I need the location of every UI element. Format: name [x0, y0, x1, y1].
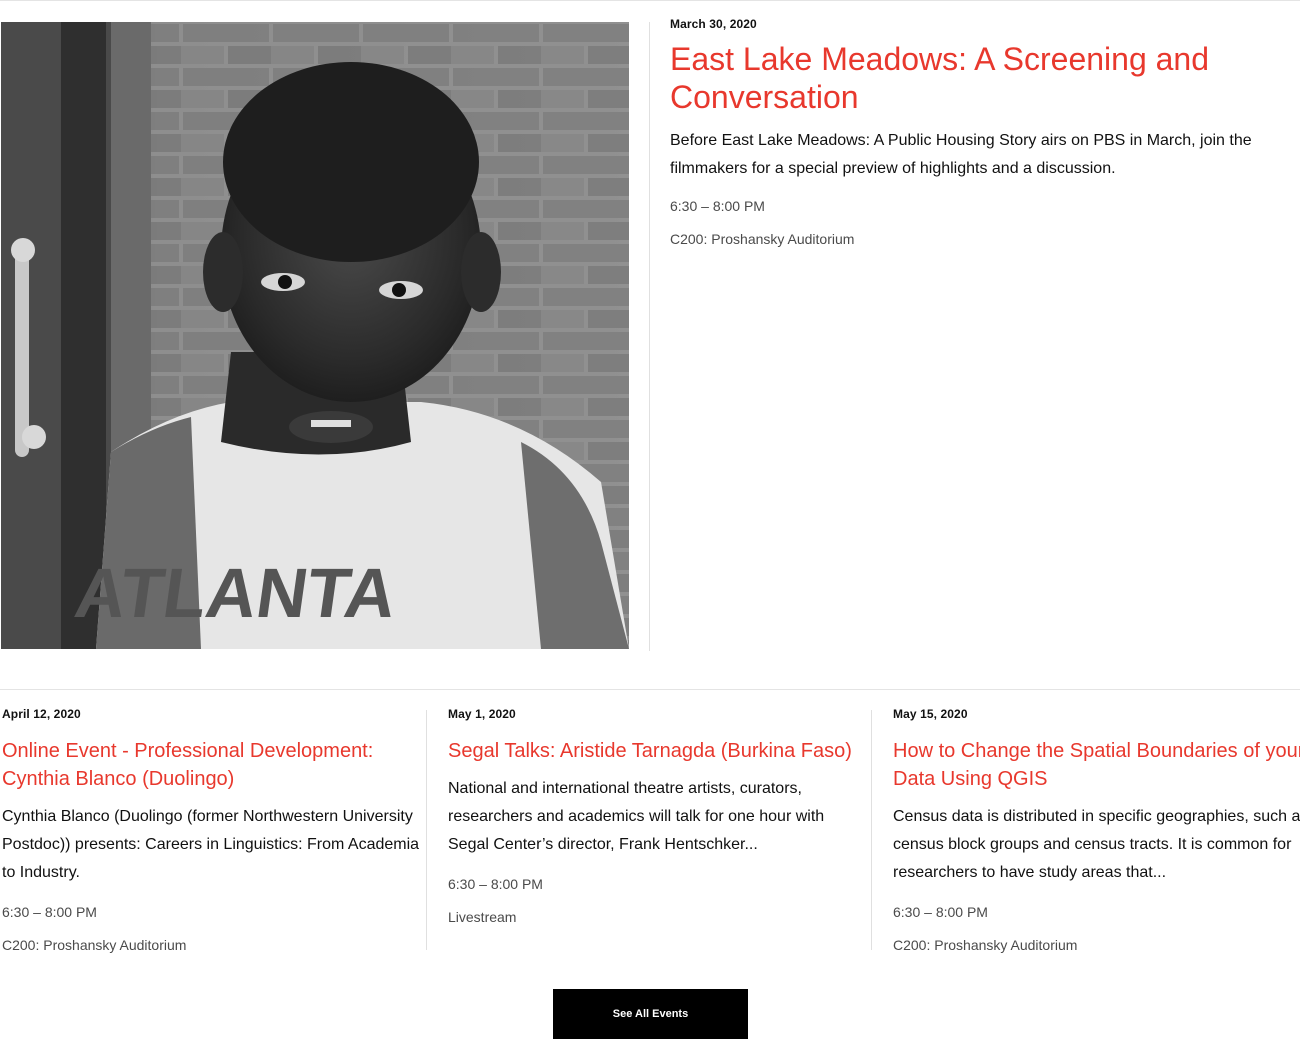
event-date: May 1, 2020 — [448, 707, 516, 721]
see-all-events-button[interactable]: See All Events — [553, 989, 748, 1039]
event-time: 6:30 – 8:00 PM — [893, 904, 988, 920]
event-title[interactable]: How to Change the Spatial Boundaries of … — [893, 737, 1300, 793]
featured-photo: ATLANTA — [1, 22, 629, 649]
event-title[interactable]: Segal Talks: Aristide Tarnagda (Burkina … — [448, 737, 868, 765]
event-card: May 1, 2020 Segal Talks: Aristide Tarnag… — [448, 706, 868, 927]
featured-event-location: C200: Proshansky Auditorium — [670, 231, 855, 247]
event-location: C200: Proshansky Auditorium — [2, 937, 187, 953]
event-card: May 15, 2020 How to Change the Spatial B… — [893, 706, 1300, 955]
event-card: April 12, 2020 Online Event - Profession… — [2, 706, 422, 955]
featured-divider — [649, 22, 650, 651]
featured-event-title[interactable]: East Lake Meadows: A Screening and Conve… — [670, 40, 1270, 116]
event-date: April 12, 2020 — [2, 707, 81, 721]
event-location: Livestream — [448, 909, 517, 925]
event-description: National and international theatre artis… — [448, 780, 825, 853]
column-divider — [871, 710, 872, 950]
event-time: 6:30 – 8:00 PM — [2, 904, 97, 920]
featured-event: March 30, 2020 East Lake Meadows: A Scre… — [670, 17, 1270, 249]
featured-event-time: 6:30 – 8:00 PM — [670, 198, 765, 214]
event-description: Cynthia Blanco (Duolingo (former Northwe… — [2, 808, 420, 881]
event-time: 6:30 – 8:00 PM — [448, 876, 543, 892]
top-divider — [0, 0, 1300, 1]
featured-event-date: March 30, 2020 — [670, 17, 757, 31]
event-description: Census data is distributed in specific g… — [893, 808, 1300, 881]
column-divider — [426, 710, 427, 950]
featured-event-image[interactable]: ATLANTA — [1, 22, 629, 649]
event-location: C200: Proshansky Auditorium — [893, 937, 1078, 953]
event-title[interactable]: Online Event - Professional Development:… — [2, 737, 422, 793]
event-date: May 15, 2020 — [893, 707, 968, 721]
section-divider — [0, 689, 1300, 690]
shirt-text: ATLANTA — [70, 553, 401, 632]
featured-event-description: Before East Lake Meadows: A Public Housi… — [670, 132, 1252, 177]
